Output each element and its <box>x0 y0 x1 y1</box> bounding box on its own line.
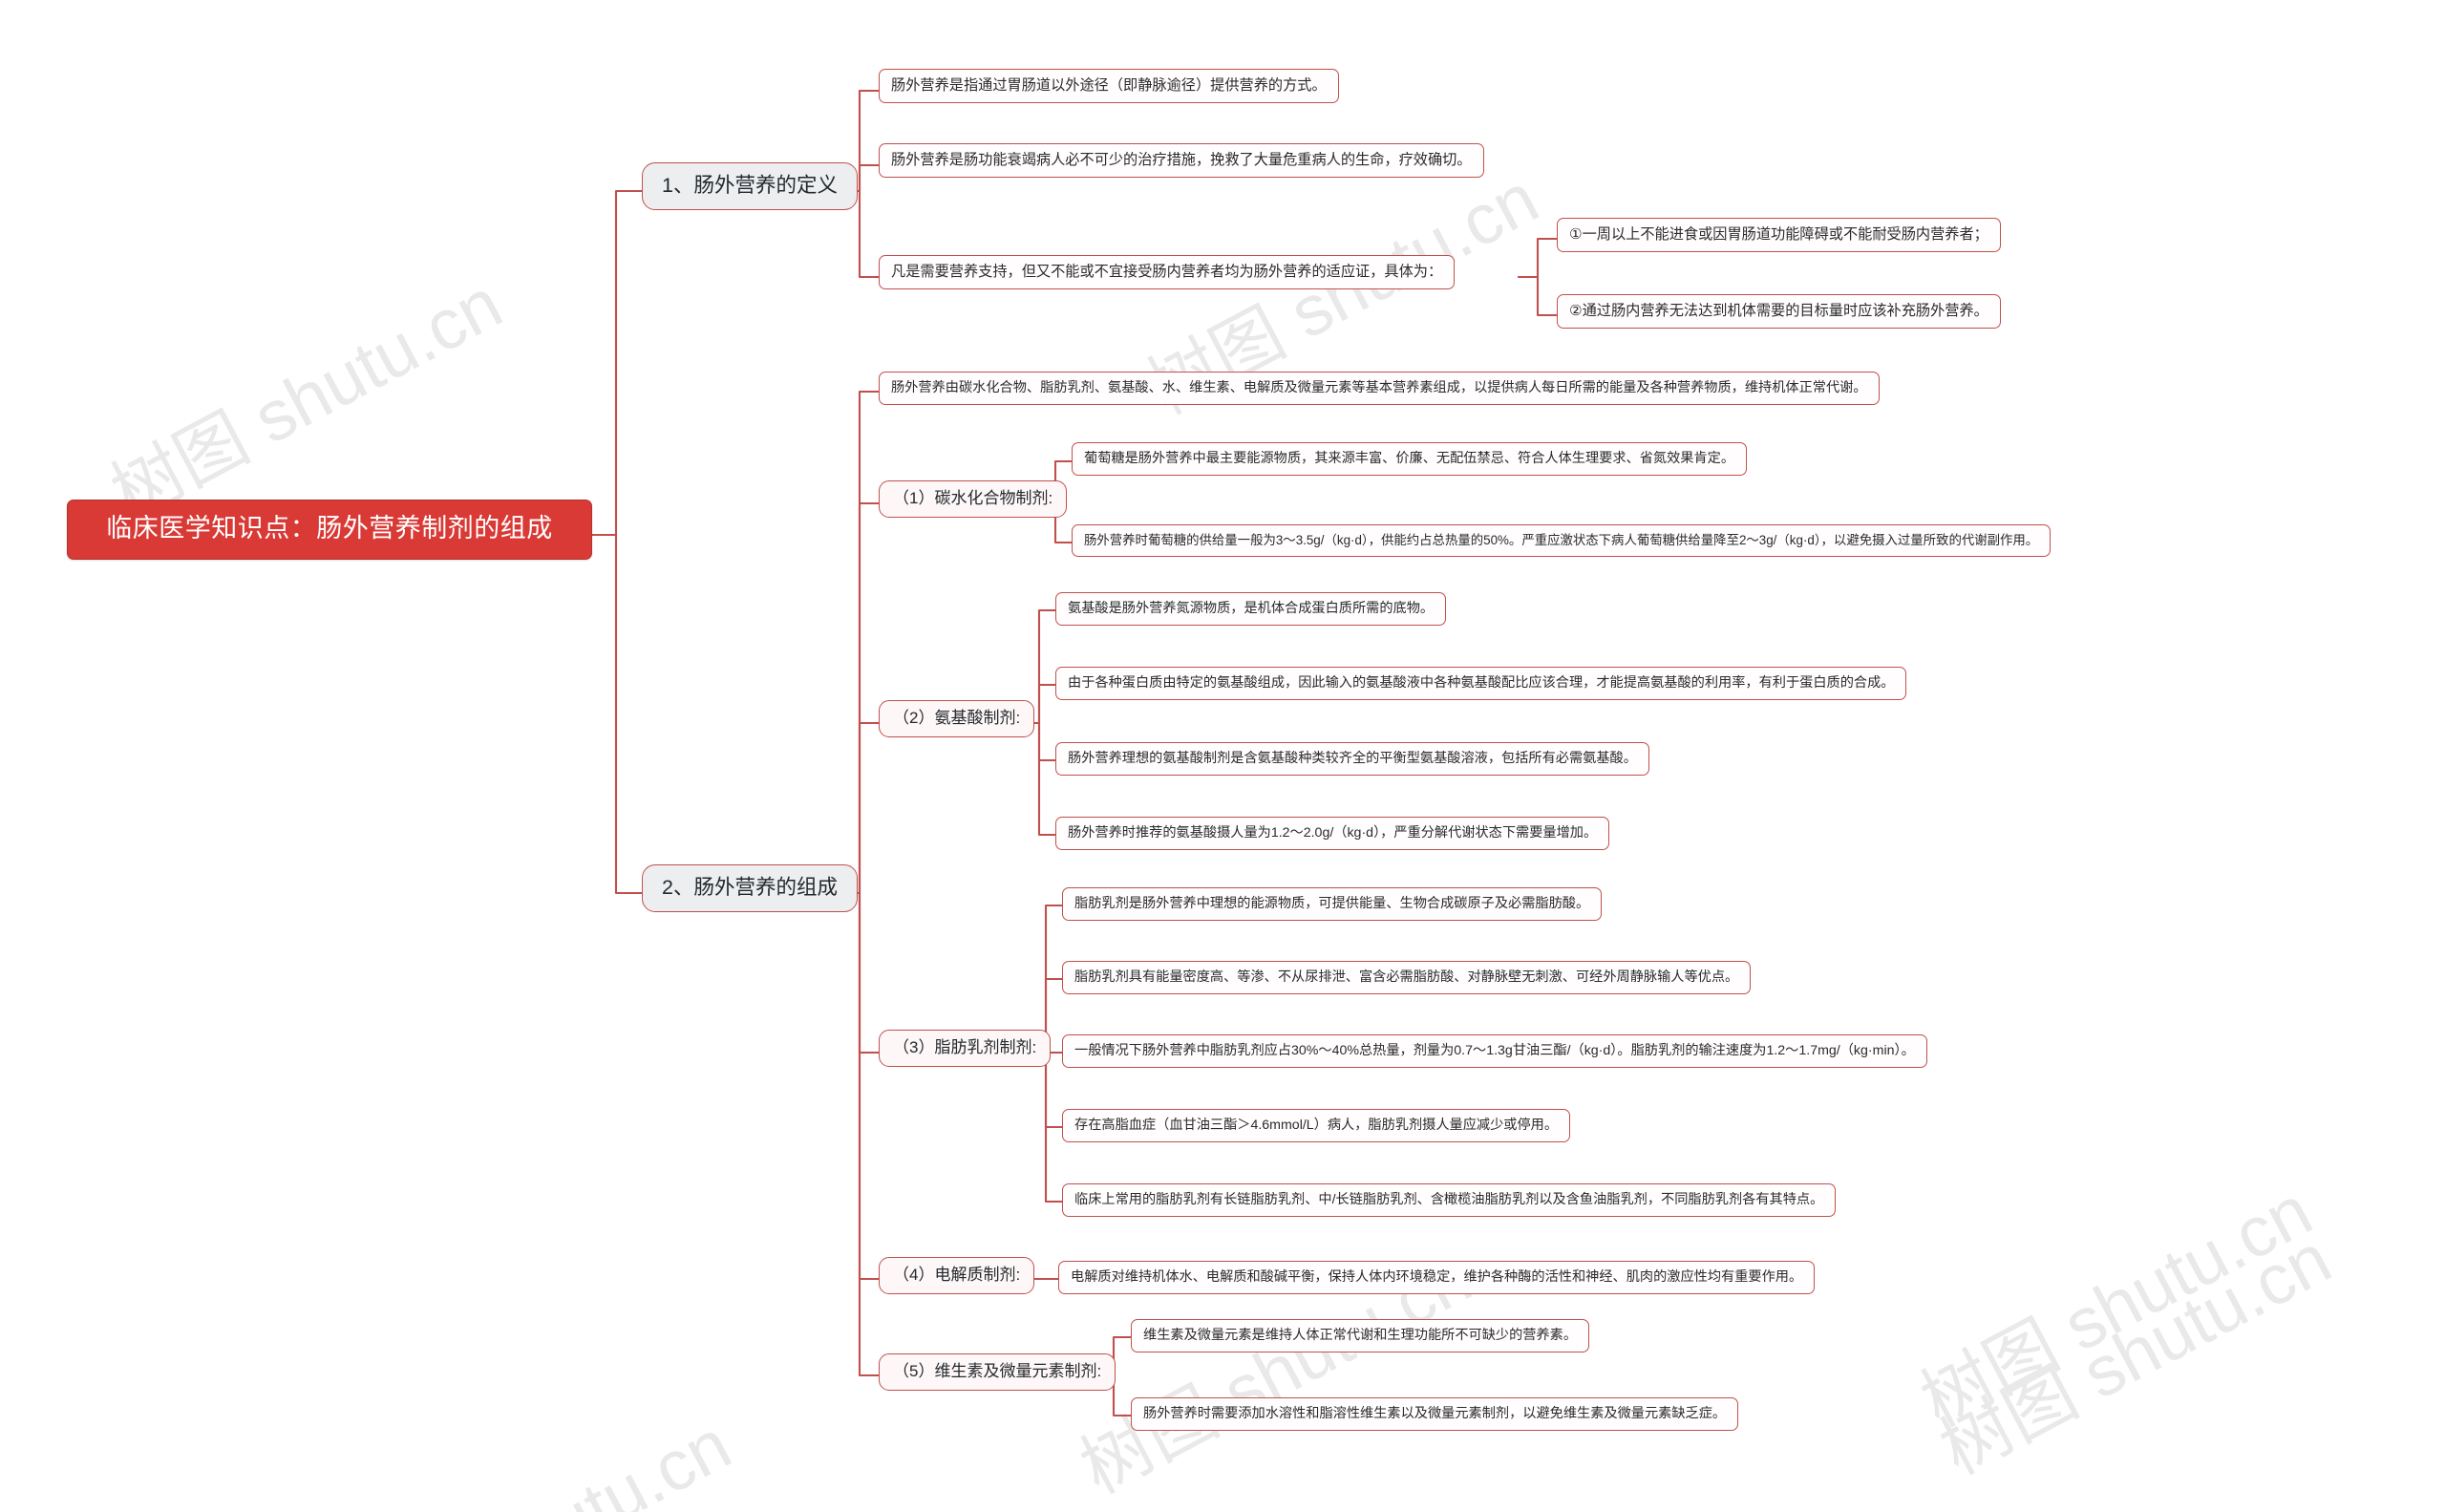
leaf-text: 肠外营养是指通过胃肠道以外途径（即静脉逾径）提供营养的方式。 <box>891 77 1327 94</box>
leaf-fat-emulsion-2[interactable]: 脂肪乳剂具有能量密度高、等渗、不从尿排泄、富含必需脂肪酸、对静脉壁无刺激、可经外… <box>1062 961 1752 995</box>
leaf-text: 凡是需要营养支持，但又不能或不宜接受肠内营养者均为肠外营养的适应证，具体为： <box>891 264 1443 280</box>
leaf-carbohydrate-2[interactable]: 肠外营养时葡萄糖的供给量一般为3～3.5g/（kg·d），供能约占总热量的50%… <box>1072 524 2052 558</box>
leaf-composition-overview[interactable]: 肠外营养由碳水化合物、脂肪乳剂、氨基酸、水、维生素、电解质及微量元素等基本营养素… <box>879 372 1880 406</box>
root-node[interactable]: 临床医学知识点：肠外营养制剂的组成 <box>67 500 592 561</box>
leaf-text: ②通过肠内营养无法达到机体需要的目标量时应该补充肠外营养。 <box>1569 303 1988 319</box>
leaf-fat-emulsion-4[interactable]: 存在高脂血症（血甘油三酯＞4.6mmol/L）病人，脂肪乳剂摄人量应减少或停用。 <box>1062 1109 1571 1143</box>
leaf-definition-3-indication-2[interactable]: ②通过肠内营养无法达到机体需要的目标量时应该补充肠外营养。 <box>1557 294 2001 330</box>
leaf-text: ①一周以上不能进食或因胃肠道功能障碍或不能耐受肠内营养者； <box>1569 226 1988 243</box>
category-label: （2）氨基酸制剂: <box>893 709 1021 727</box>
category-node-carbohydrate[interactable]: （1）碳水化合物制剂: <box>879 480 1068 518</box>
category-node-vitamin-trace-element[interactable]: （5）维生素及微量元素制剂: <box>879 1353 1116 1391</box>
category-label: （4）电解质制剂: <box>893 1266 1021 1284</box>
leaf-amino-acid-2[interactable]: 由于各种蛋白质由特定的氨基酸组成，因此输入的氨基酸液中各种氨基酸配比应该合理，才… <box>1055 667 1907 701</box>
branch-label: 2、肠外营养的组成 <box>662 876 838 899</box>
leaf-definition-3[interactable]: 凡是需要营养支持，但又不能或不宜接受肠内营养者均为肠外营养的适应证，具体为： <box>879 255 1456 290</box>
leaf-text: 电解质对维持机体水、电解质和酸碱平衡，保持人体内环境稳定，维护各种酶的活性和神经… <box>1071 1269 1803 1285</box>
branch-label: 1、肠外营养的定义 <box>662 174 838 197</box>
leaf-fat-emulsion-5[interactable]: 临床上常用的脂肪乳剂有长链脂肪乳剂、中/长链脂肪乳剂、含橄榄油脂肪乳剂以及含鱼油… <box>1062 1183 1837 1218</box>
leaf-amino-acid-1[interactable]: 氨基酸是肠外营养氮源物质，是机体合成蛋白质所需的底物。 <box>1055 592 1447 627</box>
leaf-text: 肠外营养由碳水化合物、脂肪乳剂、氨基酸、水、维生素、电解质及微量元素等基本营养素… <box>891 380 1867 395</box>
leaf-carbohydrate-1[interactable]: 葡萄糖是肠外营养中最主要能源物质，其来源丰富、价廉、无配伍禁忌、符合人体生理要求… <box>1072 442 1748 477</box>
leaf-definition-2[interactable]: 肠外营养是肠功能衰竭病人必不可少的治疗措施，挽救了大量危重病人的生命，疗效确切。 <box>879 143 1484 179</box>
leaf-electrolyte-1[interactable]: 电解质对维持机体水、电解质和酸碱平衡，保持人体内环境稳定，维护各种酶的活性和神经… <box>1058 1261 1816 1295</box>
leaf-text: 肠外营养是肠功能衰竭病人必不可少的治疗措施，挽救了大量危重病人的生命，疗效确切。 <box>891 152 1472 168</box>
branch-node-composition[interactable]: 2、肠外营养的组成 <box>642 864 858 912</box>
leaf-definition-1[interactable]: 肠外营养是指通过胃肠道以外途径（即静脉逾径）提供营养的方式。 <box>879 69 1339 104</box>
category-label: （1）碳水化合物制剂: <box>893 489 1053 507</box>
branch-node-definition[interactable]: 1、肠外营养的定义 <box>642 162 858 210</box>
category-node-fat-emulsion[interactable]: （3）脂肪乳剂制剂: <box>879 1030 1052 1067</box>
leaf-amino-acid-3[interactable]: 肠外营养理想的氨基酸制剂是含氨基酸种类较齐全的平衡型氨基酸溶液，包括所有必需氨基… <box>1055 742 1649 777</box>
leaf-fat-emulsion-1[interactable]: 脂肪乳剂是肠外营养中理想的能源物质，可提供能量、生物合成碳原子及必需脂肪酸。 <box>1062 887 1603 922</box>
leaf-fat-emulsion-3[interactable]: 一般情况下肠外营养中脂肪乳剂应占30%～40%总热量，剂量为0.7～1.3g甘油… <box>1062 1034 1927 1069</box>
leaf-text: 一般情况下肠外营养中脂肪乳剂应占30%～40%总热量，剂量为0.7～1.3g甘油… <box>1074 1043 1915 1058</box>
leaf-text: 临床上常用的脂肪乳剂有长链脂肪乳剂、中/长链脂肪乳剂、含橄榄油脂肪乳剂以及含鱼油… <box>1074 1192 1824 1207</box>
category-node-electrolyte[interactable]: （4）电解质制剂: <box>879 1257 1035 1294</box>
leaf-vitamin-1[interactable]: 维生素及微量元素是维持人体正常代谢和生理功能所不可缺少的营养素。 <box>1131 1319 1590 1353</box>
category-node-amino-acid[interactable]: （2）氨基酸制剂: <box>879 700 1035 737</box>
leaf-text: 肠外营养理想的氨基酸制剂是含氨基酸种类较齐全的平衡型氨基酸溶液，包括所有必需氨基… <box>1068 751 1637 766</box>
leaf-amino-acid-4[interactable]: 肠外营养时推荐的氨基酸摄人量为1.2～2.0g/（kg·d），严重分解代谢状态下… <box>1055 817 1610 851</box>
leaf-text: 肠外营养时需要添加水溶性和脂溶性维生素以及微量元素制剂，以避免维生素及微量元素缺… <box>1143 1406 1727 1421</box>
leaf-vitamin-2[interactable]: 肠外营养时需要添加水溶性和脂溶性维生素以及微量元素制剂，以避免维生素及微量元素缺… <box>1131 1397 1739 1432</box>
leaf-text: 葡萄糖是肠外营养中最主要能源物质，其来源丰富、价廉、无配伍禁忌、符合人体生理要求… <box>1084 451 1735 466</box>
leaf-text: 存在高脂血症（血甘油三酯＞4.6mmol/L）病人，脂肪乳剂摄人量应减少或停用。 <box>1074 1118 1559 1133</box>
leaf-definition-3-indication-1[interactable]: ①一周以上不能进食或因胃肠道功能障碍或不能耐受肠内营养者； <box>1557 218 2001 253</box>
leaf-text: 氨基酸是肠外营养氮源物质，是机体合成蛋白质所需的底物。 <box>1068 601 1435 616</box>
leaf-text: 由于各种蛋白质由特定的氨基酸组成，因此输入的氨基酸液中各种氨基酸配比应该合理，才… <box>1068 675 1895 691</box>
leaf-text: 维生素及微量元素是维持人体正常代谢和生理功能所不可缺少的营养素。 <box>1143 1328 1578 1343</box>
category-label: （5）维生素及微量元素制剂: <box>893 1362 1102 1380</box>
leaf-text: 肠外营养时推荐的氨基酸摄人量为1.2～2.0g/（kg·d），严重分解代谢状态下… <box>1068 825 1598 841</box>
leaf-text: 脂肪乳剂是肠外营养中理想的能源物质，可提供能量、生物合成碳原子及必需脂肪酸。 <box>1074 896 1590 911</box>
leaf-text: 肠外营养时葡萄糖的供给量一般为3～3.5g/（kg·d），供能约占总热量的50%… <box>1084 533 2039 547</box>
leaf-text: 脂肪乳剂具有能量密度高、等渗、不从尿排泄、富含必需脂肪酸、对静脉壁无刺激、可经外… <box>1074 969 1739 985</box>
root-label: 临床医学知识点：肠外营养制剂的组成 <box>106 514 553 543</box>
mindmap-canvas: 树图 shutu.cn 树图 shutu.cn 树图 shutu.cn 树图 s… <box>0 0 2445 1512</box>
category-label: （3）脂肪乳剂制剂: <box>893 1038 1037 1056</box>
